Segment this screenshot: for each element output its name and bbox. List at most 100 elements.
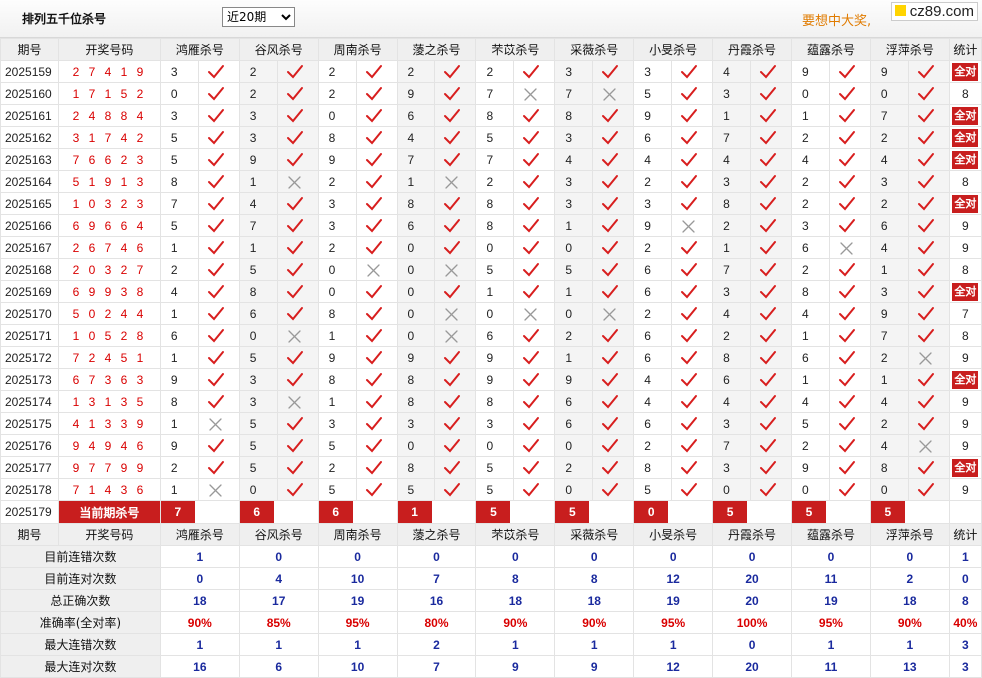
kill-number-cell: 2 — [791, 434, 830, 457]
check-icon — [444, 130, 461, 144]
kill-number-cell: 7 — [159, 192, 199, 215]
check-icon — [602, 416, 619, 430]
check-icon-cell — [907, 192, 950, 215]
stats-value: 0 — [869, 545, 950, 568]
stats-value: 18 — [554, 589, 635, 612]
kill-number-cell: 3 — [396, 412, 436, 435]
check-icon-cell — [197, 280, 240, 303]
kill-number-cell: 0 — [238, 324, 278, 347]
kill-number-cell: 5 — [554, 258, 594, 281]
check-icon — [760, 262, 777, 276]
promo-text[interactable]: 要想中大奖, — [802, 10, 871, 29]
stats-value: 18 — [475, 589, 556, 612]
check-icon-cell — [197, 82, 240, 105]
check-icon — [760, 482, 777, 496]
stats-total: 40% — [948, 611, 982, 634]
all-correct-badge: 全对 — [952, 150, 979, 169]
check-icon-cell — [907, 104, 950, 127]
check-icon-cell — [750, 126, 792, 149]
check-icon-cell — [434, 82, 477, 105]
site-logo[interactable]: cz89.com — [890, 2, 978, 21]
winning-numbers-cell: 9 4 9 4 6 — [57, 434, 161, 457]
kill-number-cell: 4 — [712, 148, 752, 171]
total-cell: 9 — [948, 412, 982, 435]
kill-number-cell: 2 — [317, 456, 357, 479]
kill-number-cell: 0 — [475, 302, 515, 325]
check-icon-cell — [828, 434, 871, 457]
check-icon-cell — [907, 478, 950, 501]
kill-number-cell: 6 — [396, 104, 436, 127]
check-icon — [523, 130, 540, 144]
check-icon-cell — [750, 368, 792, 391]
check-icon-cell — [828, 104, 871, 127]
check-icon — [523, 262, 540, 276]
cross-icon-cell — [434, 170, 477, 193]
check-icon-cell — [828, 170, 871, 193]
check-icon-cell — [434, 192, 477, 215]
stats-value: 95% — [791, 611, 871, 634]
check-icon-cell — [197, 148, 240, 171]
kill-number-cell: 9 — [396, 346, 436, 369]
check-icon — [917, 306, 934, 320]
winning-numbers-cell: 5 0 2 4 4 — [57, 302, 161, 325]
stats-value: 20 — [712, 567, 792, 590]
kill-number-cell: 9 — [869, 60, 909, 83]
check-icon — [681, 130, 698, 144]
check-icon-cell — [276, 434, 319, 457]
cross-icon-cell — [434, 258, 477, 281]
check-icon — [444, 284, 461, 298]
current-kill-badge: 7 — [161, 501, 195, 523]
stats-value: 19 — [633, 589, 714, 612]
winning-numbers-cell: 3 1 7 4 2 — [57, 126, 161, 149]
kill-number-cell: 4 — [159, 280, 199, 303]
check-icon — [444, 240, 461, 254]
kill-number-cell: 0 — [396, 434, 436, 457]
check-icon — [207, 218, 224, 232]
check-icon — [365, 196, 382, 210]
check-icon — [444, 438, 461, 452]
check-icon-cell — [513, 390, 556, 413]
kill-number-cell: 3 — [869, 170, 909, 193]
total-cell: 9 — [948, 390, 982, 413]
page-header: 排列五千位杀号 近20期 要想中大奖, cz89.com — [0, 0, 982, 38]
check-icon-cell — [513, 192, 556, 215]
check-icon-cell — [671, 368, 714, 391]
check-icon-cell — [197, 434, 240, 457]
table-row: 2025171 1 0 5 2 860106262178 — [0, 324, 982, 347]
check-icon — [365, 328, 382, 342]
check-icon — [917, 218, 934, 232]
kill-number-cell: 3 — [238, 368, 278, 391]
kill-number-cell: 8 — [159, 170, 199, 193]
check-icon-cell — [513, 346, 556, 369]
check-icon — [286, 86, 303, 100]
all-correct-badge: 全对 — [952, 128, 979, 147]
kill-number-cell: 1 — [396, 170, 436, 193]
check-icon — [681, 64, 698, 78]
stats-label: 总正确次数 — [0, 589, 161, 612]
issue-cell: 2025159 — [0, 60, 59, 83]
check-icon — [760, 240, 777, 254]
kill-number-cell: 1 — [554, 214, 594, 237]
kill-number-cell: 1 — [159, 346, 199, 369]
kill-number-cell: 2 — [317, 236, 357, 259]
stats-value: 6 — [238, 655, 319, 678]
period-select[interactable]: 近20期 — [222, 7, 295, 27]
check-icon — [523, 152, 540, 166]
check-icon-cell — [355, 390, 398, 413]
kill-number-cell: 8 — [317, 126, 357, 149]
stats-value: 85% — [238, 611, 319, 634]
check-icon — [207, 262, 224, 276]
kill-number-cell: 5 — [475, 258, 515, 281]
kill-number-cell: 3 — [633, 60, 673, 83]
check-icon-cell — [434, 390, 477, 413]
cross-icon-cell — [197, 412, 240, 435]
check-icon — [365, 306, 382, 320]
issue-cell: 2025176 — [0, 434, 59, 457]
winning-numbers-cell: 2 7 4 1 9 — [57, 60, 161, 83]
check-icon — [917, 262, 934, 276]
check-icon-cell — [197, 126, 240, 149]
current-total-cell — [948, 500, 982, 524]
current-kill-badge: 1 — [398, 501, 432, 523]
stats-value: 18 — [159, 589, 240, 612]
check-icon — [602, 438, 619, 452]
